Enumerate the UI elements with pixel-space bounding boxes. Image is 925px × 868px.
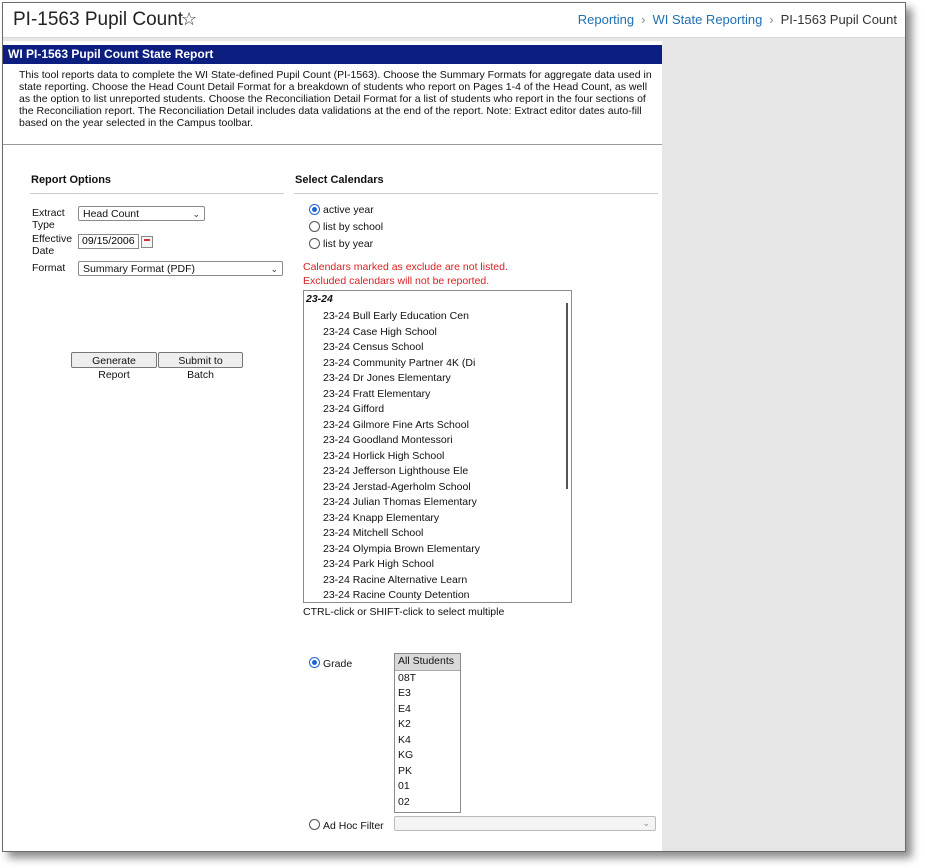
- list-by-school-label: list by school: [323, 221, 384, 233]
- top-bar: PI-1563 Pupil Count ☆ Reporting › WI State…: [3, 3, 905, 38]
- divider: [3, 144, 662, 145]
- grade-option[interactable]: E4: [395, 702, 460, 718]
- format-select[interactable]: Summary Format (PDF) ⌄: [78, 261, 283, 276]
- page-title: PI-1563 Pupil Count: [13, 9, 184, 30]
- calendar-option[interactable]: 23-24 Gifford: [323, 402, 480, 418]
- breadcrumb-link-reporting[interactable]: Reporting: [578, 12, 634, 27]
- calendar-group-label: 23-24: [306, 293, 333, 305]
- calendar-option[interactable]: 23-24 Goodland Montessori: [323, 433, 480, 449]
- format-value: Summary Format (PDF): [83, 263, 196, 275]
- list-by-year-label: list by year: [323, 238, 374, 250]
- calendar-option[interactable]: 23-24 Bull Early Education Cen: [323, 309, 480, 325]
- chevron-right-icon: ›: [641, 12, 646, 27]
- chevron-down-icon: ⌄: [642, 818, 650, 828]
- extract-type-select[interactable]: Head Count ⌄: [78, 206, 205, 221]
- calendar-option[interactable]: 23-24 Dr Jones Elementary: [323, 371, 480, 387]
- calendar-option[interactable]: 23-24 Jefferson Lighthouse Ele: [323, 464, 480, 480]
- list-by-year-radio[interactable]: [309, 238, 320, 249]
- ad-hoc-filter-radio[interactable]: [309, 819, 320, 830]
- generate-report-button[interactable]: Generate Report: [71, 352, 157, 381]
- extract-type-value: Head Count: [83, 208, 140, 220]
- ad-hoc-filter-label: Ad Hoc Filter: [323, 820, 384, 832]
- grade-option[interactable]: PK: [395, 764, 460, 780]
- calendar-list: 23-24 Bull Early Education Cen 23-24 Cas…: [323, 309, 480, 602]
- chevron-down-icon: ⌄: [270, 264, 278, 274]
- calendar-icon[interactable]: [141, 236, 153, 248]
- divider: [294, 193, 658, 194]
- calendar-option[interactable]: 23-24 Olympia Brown Elementary: [323, 542, 480, 558]
- submit-to-batch-button[interactable]: Submit to Batch: [158, 352, 243, 381]
- effective-date-input[interactable]: 09/15/2006: [78, 234, 139, 249]
- calendar-option[interactable]: 23-24 Park High School: [323, 557, 480, 573]
- grade-listbox[interactable]: All Students 08T E3 E4 K2 K4 KG PK 01 02: [394, 653, 461, 813]
- report-panel: WI PI-1563 Pupil Count State Report This…: [3, 41, 662, 851]
- grade-list: All Students 08T E3 E4 K2 K4 KG PK 01 02: [395, 654, 460, 810]
- grade-option[interactable]: K2: [395, 717, 460, 733]
- exclude-warning: Calendars marked as exclude are not list…: [303, 261, 508, 273]
- app-window: PI-1563 Pupil Count ☆ Reporting › WI State…: [2, 2, 906, 852]
- grade-radio[interactable]: [309, 657, 320, 668]
- grade-option[interactable]: 02: [395, 795, 460, 811]
- grade-option[interactable]: 08T: [395, 671, 460, 687]
- breadcrumb-current: PI-1563 Pupil Count: [780, 12, 897, 27]
- calendar-option[interactable]: 23-24 Census School: [323, 340, 480, 356]
- calendar-option[interactable]: 23-24 Mitchell School: [323, 526, 480, 542]
- calendar-listbox[interactable]: 23-24 23-24 Bull Early Education Cen 23-…: [303, 290, 572, 603]
- active-year-radio[interactable]: [309, 204, 320, 215]
- effective-date-label-line1: Effective: [32, 233, 73, 245]
- ad-hoc-filter-select[interactable]: ⌄: [394, 816, 656, 831]
- multi-select-hint: CTRL-click or SHIFT-click to select mult…: [303, 606, 505, 618]
- calendar-scrollbar[interactable]: [566, 303, 568, 489]
- calendar-option[interactable]: 23-24 Case High School: [323, 325, 480, 341]
- calendar-option[interactable]: 23-24 Julian Thomas Elementary: [323, 495, 480, 511]
- report-header: WI PI-1563 Pupil Count State Report: [3, 45, 662, 64]
- calendar-option[interactable]: 23-24 Horlick High School: [323, 449, 480, 465]
- exclude-warning: Excluded calendars will not be reported.: [303, 275, 490, 287]
- extract-type-label-line2: Type: [32, 219, 55, 231]
- calendar-option[interactable]: 23-24 Knapp Elementary: [323, 511, 480, 527]
- effective-date-label-line2: Date: [32, 245, 55, 257]
- calendar-option[interactable]: 23-24 Racine County Detention: [323, 588, 480, 602]
- chevron-right-icon: ›: [769, 12, 774, 27]
- list-by-school-radio[interactable]: [309, 221, 320, 232]
- calendar-option[interactable]: 23-24 Jerstad-Agerholm School: [323, 480, 480, 496]
- report-description: This tool reports data to complete the W…: [19, 69, 652, 129]
- grade-option[interactable]: KG: [395, 748, 460, 764]
- extract-type-label-line1: Extract: [32, 207, 65, 219]
- grade-option[interactable]: E3: [395, 686, 460, 702]
- divider: [30, 193, 284, 194]
- breadcrumb: Reporting › WI State Reporting › PI-1563 Pup…: [578, 12, 897, 27]
- chevron-down-icon: ⌄: [192, 209, 200, 219]
- calendar-option[interactable]: 23-24 Gilmore Fine Arts School: [323, 418, 480, 434]
- grade-label: Grade: [323, 658, 353, 670]
- active-year-label: active year: [323, 204, 374, 216]
- calendar-option[interactable]: 23-24 Community Partner 4K (Di: [323, 356, 480, 372]
- grade-option[interactable]: 01: [395, 779, 460, 795]
- calendar-option[interactable]: 23-24 Racine Alternative Learn: [323, 573, 480, 589]
- format-label: Format: [32, 262, 66, 274]
- breadcrumb-link-wi-state-reporting[interactable]: WI State Reporting: [652, 12, 762, 27]
- grade-option-selected[interactable]: All Students: [395, 654, 460, 671]
- select-calendars-heading: Select Calendars: [295, 174, 384, 186]
- grade-option[interactable]: K4: [395, 733, 460, 749]
- star-icon[interactable]: ☆: [181, 9, 197, 30]
- calendar-option[interactable]: 23-24 Fratt Elementary: [323, 387, 480, 403]
- report-options-heading: Report Options: [31, 174, 112, 186]
